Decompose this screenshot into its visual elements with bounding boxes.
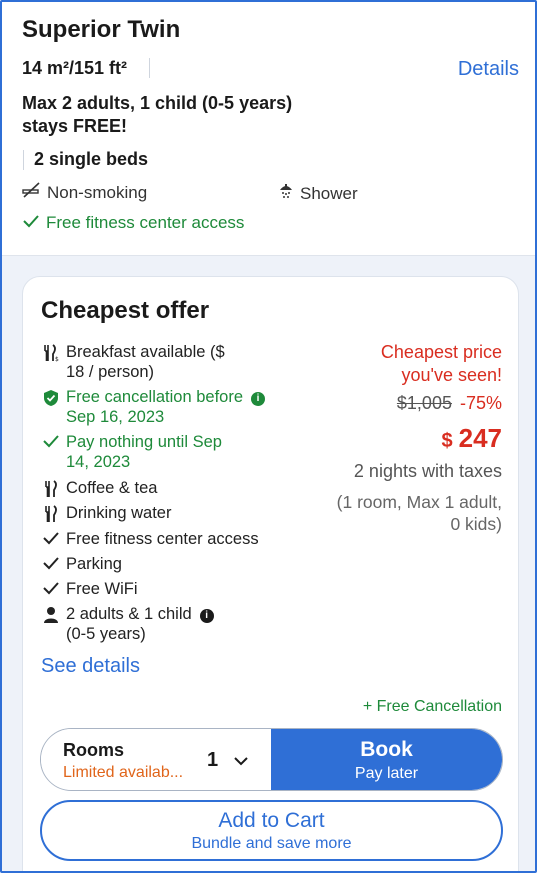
info-icon[interactable]: i (251, 392, 266, 406)
check-icon (41, 579, 60, 599)
shower-icon (278, 182, 294, 205)
details-link[interactable]: Details (458, 58, 519, 81)
rooms-label: Rooms (63, 740, 125, 760)
feature-label: Free fitness center access (46, 213, 245, 232)
amenity-label: Drinking water (66, 504, 172, 522)
note-line: you've seen! (401, 365, 502, 385)
amenity-coffee: Coffee & tea (41, 478, 301, 498)
room-info-line: (1 room, Max 1 adult, (336, 492, 502, 512)
app-frame: Superior Twin 14 m²/151 ft² Details Max … (0, 0, 537, 873)
cheapest-price-note: Cheapest price you've seen! (322, 341, 502, 387)
free-cancellation-note: + Free Cancellation (362, 698, 502, 715)
amenity-guests: 2 adults & 1 child i (0-5 years) (41, 604, 301, 644)
bed-info: 2 single beds (34, 149, 149, 169)
add-to-cart-button[interactable]: Add to Cart Bundle and save more (40, 800, 503, 861)
room-size: 14 m²/151 ft² (22, 58, 128, 78)
book-label: Book (360, 738, 413, 761)
price-room-info: (1 room, Max 1 adult, 0 kids) (302, 491, 502, 535)
book-sublabel: Pay later (354, 765, 419, 782)
check-icon (41, 529, 60, 549)
shield-check-icon (41, 387, 60, 427)
feature-non-smoking: Non-smoking (22, 182, 147, 203)
feature-fitness: Free fitness center access (22, 213, 244, 233)
book-button[interactable]: Book Pay later (271, 729, 502, 790)
amenity-water: Drinking water (41, 503, 301, 523)
note-line: Cheapest price (380, 342, 502, 362)
amenity-cancellation: Free cancellation before i Sep 16, 2023 (41, 387, 301, 427)
svg-text:$: $ (55, 356, 59, 362)
divider (149, 58, 150, 78)
amenity-parking: Parking (41, 554, 301, 574)
info-icon[interactable]: i (199, 609, 214, 623)
no-smoking-icon (22, 182, 41, 203)
check-icon (22, 213, 40, 233)
room-info-line: 0 kids) (450, 514, 502, 534)
room-summary: Superior Twin 14 m²/151 ft² Details Max … (2, 2, 535, 256)
occupancy-line: stays FREE! (22, 116, 128, 136)
original-price-value: $1,005 (396, 393, 452, 413)
original-price: $1,005 -75% (397, 393, 502, 414)
amenity-label: Free WiFi (66, 580, 138, 598)
divider (23, 150, 24, 170)
feature-label: Non-smoking (47, 182, 148, 202)
occupancy-info: Max 2 adults, 1 child (0-5 years) stays … (22, 92, 342, 138)
price-amount: 247 (458, 423, 502, 453)
amenity-label: Breakfast available ($ (66, 343, 225, 361)
amenity-label: 14, 2023 (66, 453, 131, 471)
rooms-selector[interactable]: Rooms Limited availab... 1 (41, 729, 271, 790)
amenity-pay-later: Pay nothing until Sep 14, 2023 (41, 432, 301, 472)
rooms-quantity: 1 (207, 749, 219, 771)
price-nights: 2 nights with taxes (353, 461, 502, 481)
booking-bar: Rooms Limited availab... 1 Book Pay late… (40, 728, 503, 791)
check-icon (41, 432, 60, 472)
occupancy-line: Max 2 adults, 1 child (0-5 years) (22, 93, 293, 113)
amenity-breakfast: $ Breakfast available ($ 18 / person) (41, 342, 301, 382)
feature-label: Shower (300, 183, 358, 203)
offer-title: Cheapest offer (41, 297, 210, 324)
person-icon (41, 604, 60, 644)
current-price: $247 (441, 423, 502, 454)
utensils-icon: $ (41, 342, 60, 382)
room-title: Superior Twin (22, 16, 181, 43)
offer-card: Cheapest offer $ Breakfast available ($ 1… (22, 276, 519, 871)
check-icon (41, 554, 60, 574)
feature-shower: Shower (278, 182, 358, 205)
amenity-label: Parking (66, 555, 122, 573)
amenity-label: Free cancellation before (66, 388, 244, 406)
amenity-label: 2 adults & 1 child (66, 605, 192, 623)
amenity-label: Pay nothing until Sep (66, 433, 222, 451)
amenity-label: 18 / person) (66, 363, 155, 381)
amenity-label: Coffee & tea (66, 479, 158, 497)
availability-note: Limited availab... (63, 764, 184, 781)
utensils-icon (41, 478, 60, 498)
see-details-link[interactable]: See details (41, 655, 140, 678)
amenity-fitness: Free fitness center access (41, 529, 301, 549)
amenity-label: (0-5 years) (66, 625, 146, 643)
amenity-label: Free fitness center access (66, 530, 259, 548)
amenity-wifi: Free WiFi (41, 579, 301, 599)
currency-symbol: $ (441, 430, 453, 452)
chevron-down-icon (233, 753, 249, 771)
discount-badge: -75% (459, 393, 502, 413)
cart-sublabel: Bundle and save more (191, 835, 352, 852)
utensils-icon (41, 503, 60, 523)
cart-label: Add to Cart (218, 809, 325, 832)
amenity-label: Sep 16, 2023 (66, 408, 165, 426)
